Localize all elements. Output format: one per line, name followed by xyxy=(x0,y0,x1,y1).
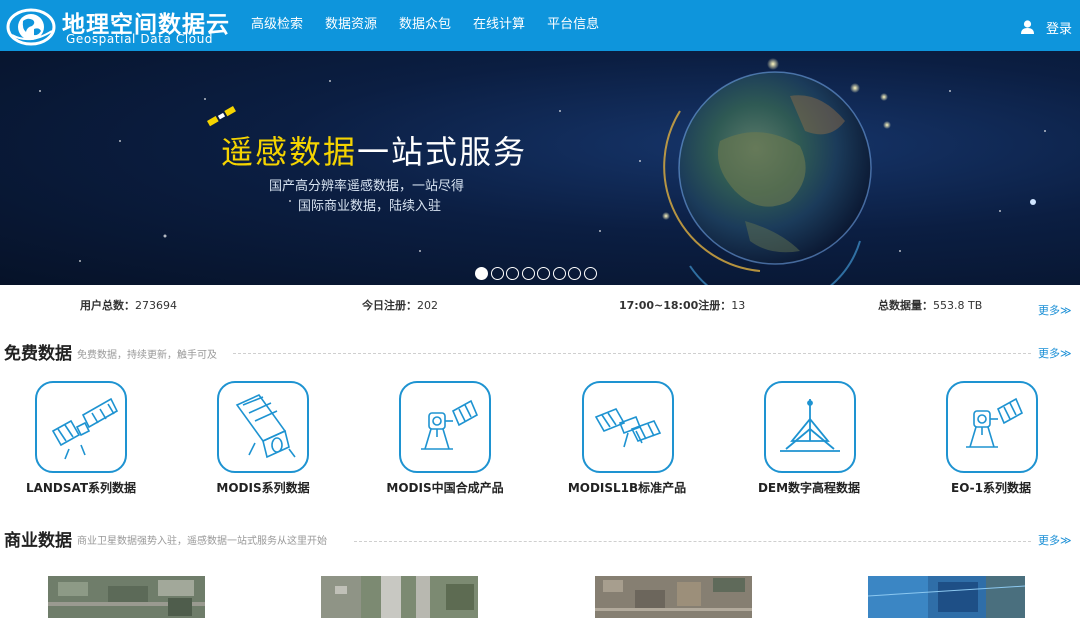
nav-platform-info[interactable]: 平台信息 xyxy=(536,0,610,51)
banner-title-rest: 一站式服务 xyxy=(357,133,528,171)
hero-banner[interactable]: 遥感数据一站式服务 国产高分辨率遥感数据，一站尽得 国际商业数据，陆续入驻 xyxy=(0,51,1080,285)
modis-satellite-icon xyxy=(235,394,296,459)
nav-advanced-search[interactable]: 高级检索 xyxy=(240,0,314,51)
main-nav: 高级检索 数据资源 数据众包 在线计算 平台信息 xyxy=(240,0,610,51)
stat-hour-value: 13 xyxy=(731,299,746,312)
satellite-image-blue[interactable] xyxy=(868,576,1025,618)
dem-label[interactable]: DEM数字高程数据 xyxy=(724,479,894,496)
modis-label[interactable]: MODIS系列数据 xyxy=(178,479,348,496)
carousel-dot[interactable] xyxy=(583,267,597,280)
free-data-desc: 免费数据，持续更新，触手可及 xyxy=(77,350,217,361)
user-icon xyxy=(1020,20,1034,34)
banner-subtitle-2: 国际商业数据，陆续入驻 xyxy=(298,199,442,214)
commercial-data-title: 商业数据 xyxy=(4,531,72,551)
satellite-image-city-1[interactable] xyxy=(48,576,205,618)
satellite-thumbnail xyxy=(321,576,478,618)
dem-tripod-icon xyxy=(780,399,840,452)
stat-today-label: 今日注册： xyxy=(362,299,417,312)
modis-china-satellite-icon xyxy=(421,399,479,450)
satellite-thumbnail xyxy=(868,576,1025,618)
stat-volume-label: 总数据量： xyxy=(878,299,933,312)
stat-total-users-label: 用户总数： xyxy=(80,299,135,312)
section-divider xyxy=(233,353,1031,354)
dem-item[interactable] xyxy=(764,381,856,473)
banner-title-highlight: 遥感数据 xyxy=(221,133,358,171)
banner-background xyxy=(39,58,1046,285)
satellite-thumbnail xyxy=(595,576,752,618)
stat-volume-value: 553.8 TB xyxy=(933,299,983,312)
eo1-label[interactable]: EO-1系列数据 xyxy=(906,479,1076,496)
modis-l1b-satellite-icon xyxy=(594,407,662,448)
carousel-dot[interactable] xyxy=(506,267,519,280)
satellite-thumbnail xyxy=(48,576,205,618)
stat-total-users: 用户总数：273694 xyxy=(80,297,177,313)
modis-china-item[interactable] xyxy=(399,381,491,473)
carousel-dot[interactable] xyxy=(475,267,488,280)
free-data-more-link[interactable]: 更多≫ xyxy=(1038,345,1072,361)
nav-online-computing[interactable]: 在线计算 xyxy=(462,0,536,51)
stat-hour-registrations: 17:00~18:00注册：13 xyxy=(619,297,745,313)
logo-subtitle: Geospatial Data Cloud xyxy=(66,32,214,46)
free-data-title: 免费数据 xyxy=(4,344,72,364)
modis-china-label[interactable]: MODIS中国合成产品 xyxy=(360,479,530,496)
carousel-dot[interactable] xyxy=(521,267,535,280)
site-logo[interactable]: 地理空间数据云 Geospatial Data Cloud xyxy=(6,3,236,49)
stat-hour-label: 17:00~18:00注册： xyxy=(619,299,732,312)
stat-total-users-value: 273694 xyxy=(135,299,177,312)
commercial-data-desc: 商业卫星数据强势入驻，遥感数据一站式服务从这里开始 xyxy=(77,536,327,547)
modis-l1b-item[interactable] xyxy=(582,381,674,473)
carousel-dots xyxy=(475,267,599,280)
banner-title: 遥感数据一站式服务 xyxy=(221,127,527,173)
satellite-image-city-2[interactable] xyxy=(595,576,752,618)
nav-crowdsourcing[interactable]: 数据众包 xyxy=(388,0,462,51)
carousel-dot[interactable] xyxy=(552,267,566,280)
stat-today-registrations: 今日注册：202 xyxy=(362,297,438,313)
nav-data-resources[interactable]: 数据资源 xyxy=(314,0,388,51)
landsat-label[interactable]: LANDSAT系列数据 xyxy=(0,479,166,496)
eo1-item[interactable] xyxy=(946,381,1038,473)
carousel-dot[interactable] xyxy=(490,267,504,280)
banner-subtitle-1: 国产高分辨率遥感数据，一站尽得 xyxy=(269,179,465,194)
stat-today-value: 202 xyxy=(417,299,438,312)
eo1-satellite-icon xyxy=(966,397,1024,448)
globe-logo-icon xyxy=(6,8,56,46)
section-divider xyxy=(354,541,1031,542)
login-label: 登录 xyxy=(1045,21,1072,37)
carousel-dot[interactable] xyxy=(537,267,550,280)
landsat-satellite-icon xyxy=(51,397,119,460)
modis-item[interactable] xyxy=(217,381,309,473)
landsat-item[interactable] xyxy=(35,381,127,473)
commercial-data-more-link[interactable]: 更多≫ xyxy=(1038,532,1072,548)
modis-l1b-label[interactable]: MODISL1B标准产品 xyxy=(542,479,712,496)
login-button[interactable]: 登录 xyxy=(1020,16,1072,38)
carousel-dot[interactable] xyxy=(568,267,581,280)
top-header: 地理空间数据云 Geospatial Data Cloud 高级检索 数据资源 … xyxy=(0,0,1080,51)
satellite-image-airport[interactable] xyxy=(321,576,478,618)
stats-more-link[interactable]: 更多≫ xyxy=(1038,302,1072,318)
stat-data-volume: 总数据量：553.8 TB xyxy=(878,297,982,313)
